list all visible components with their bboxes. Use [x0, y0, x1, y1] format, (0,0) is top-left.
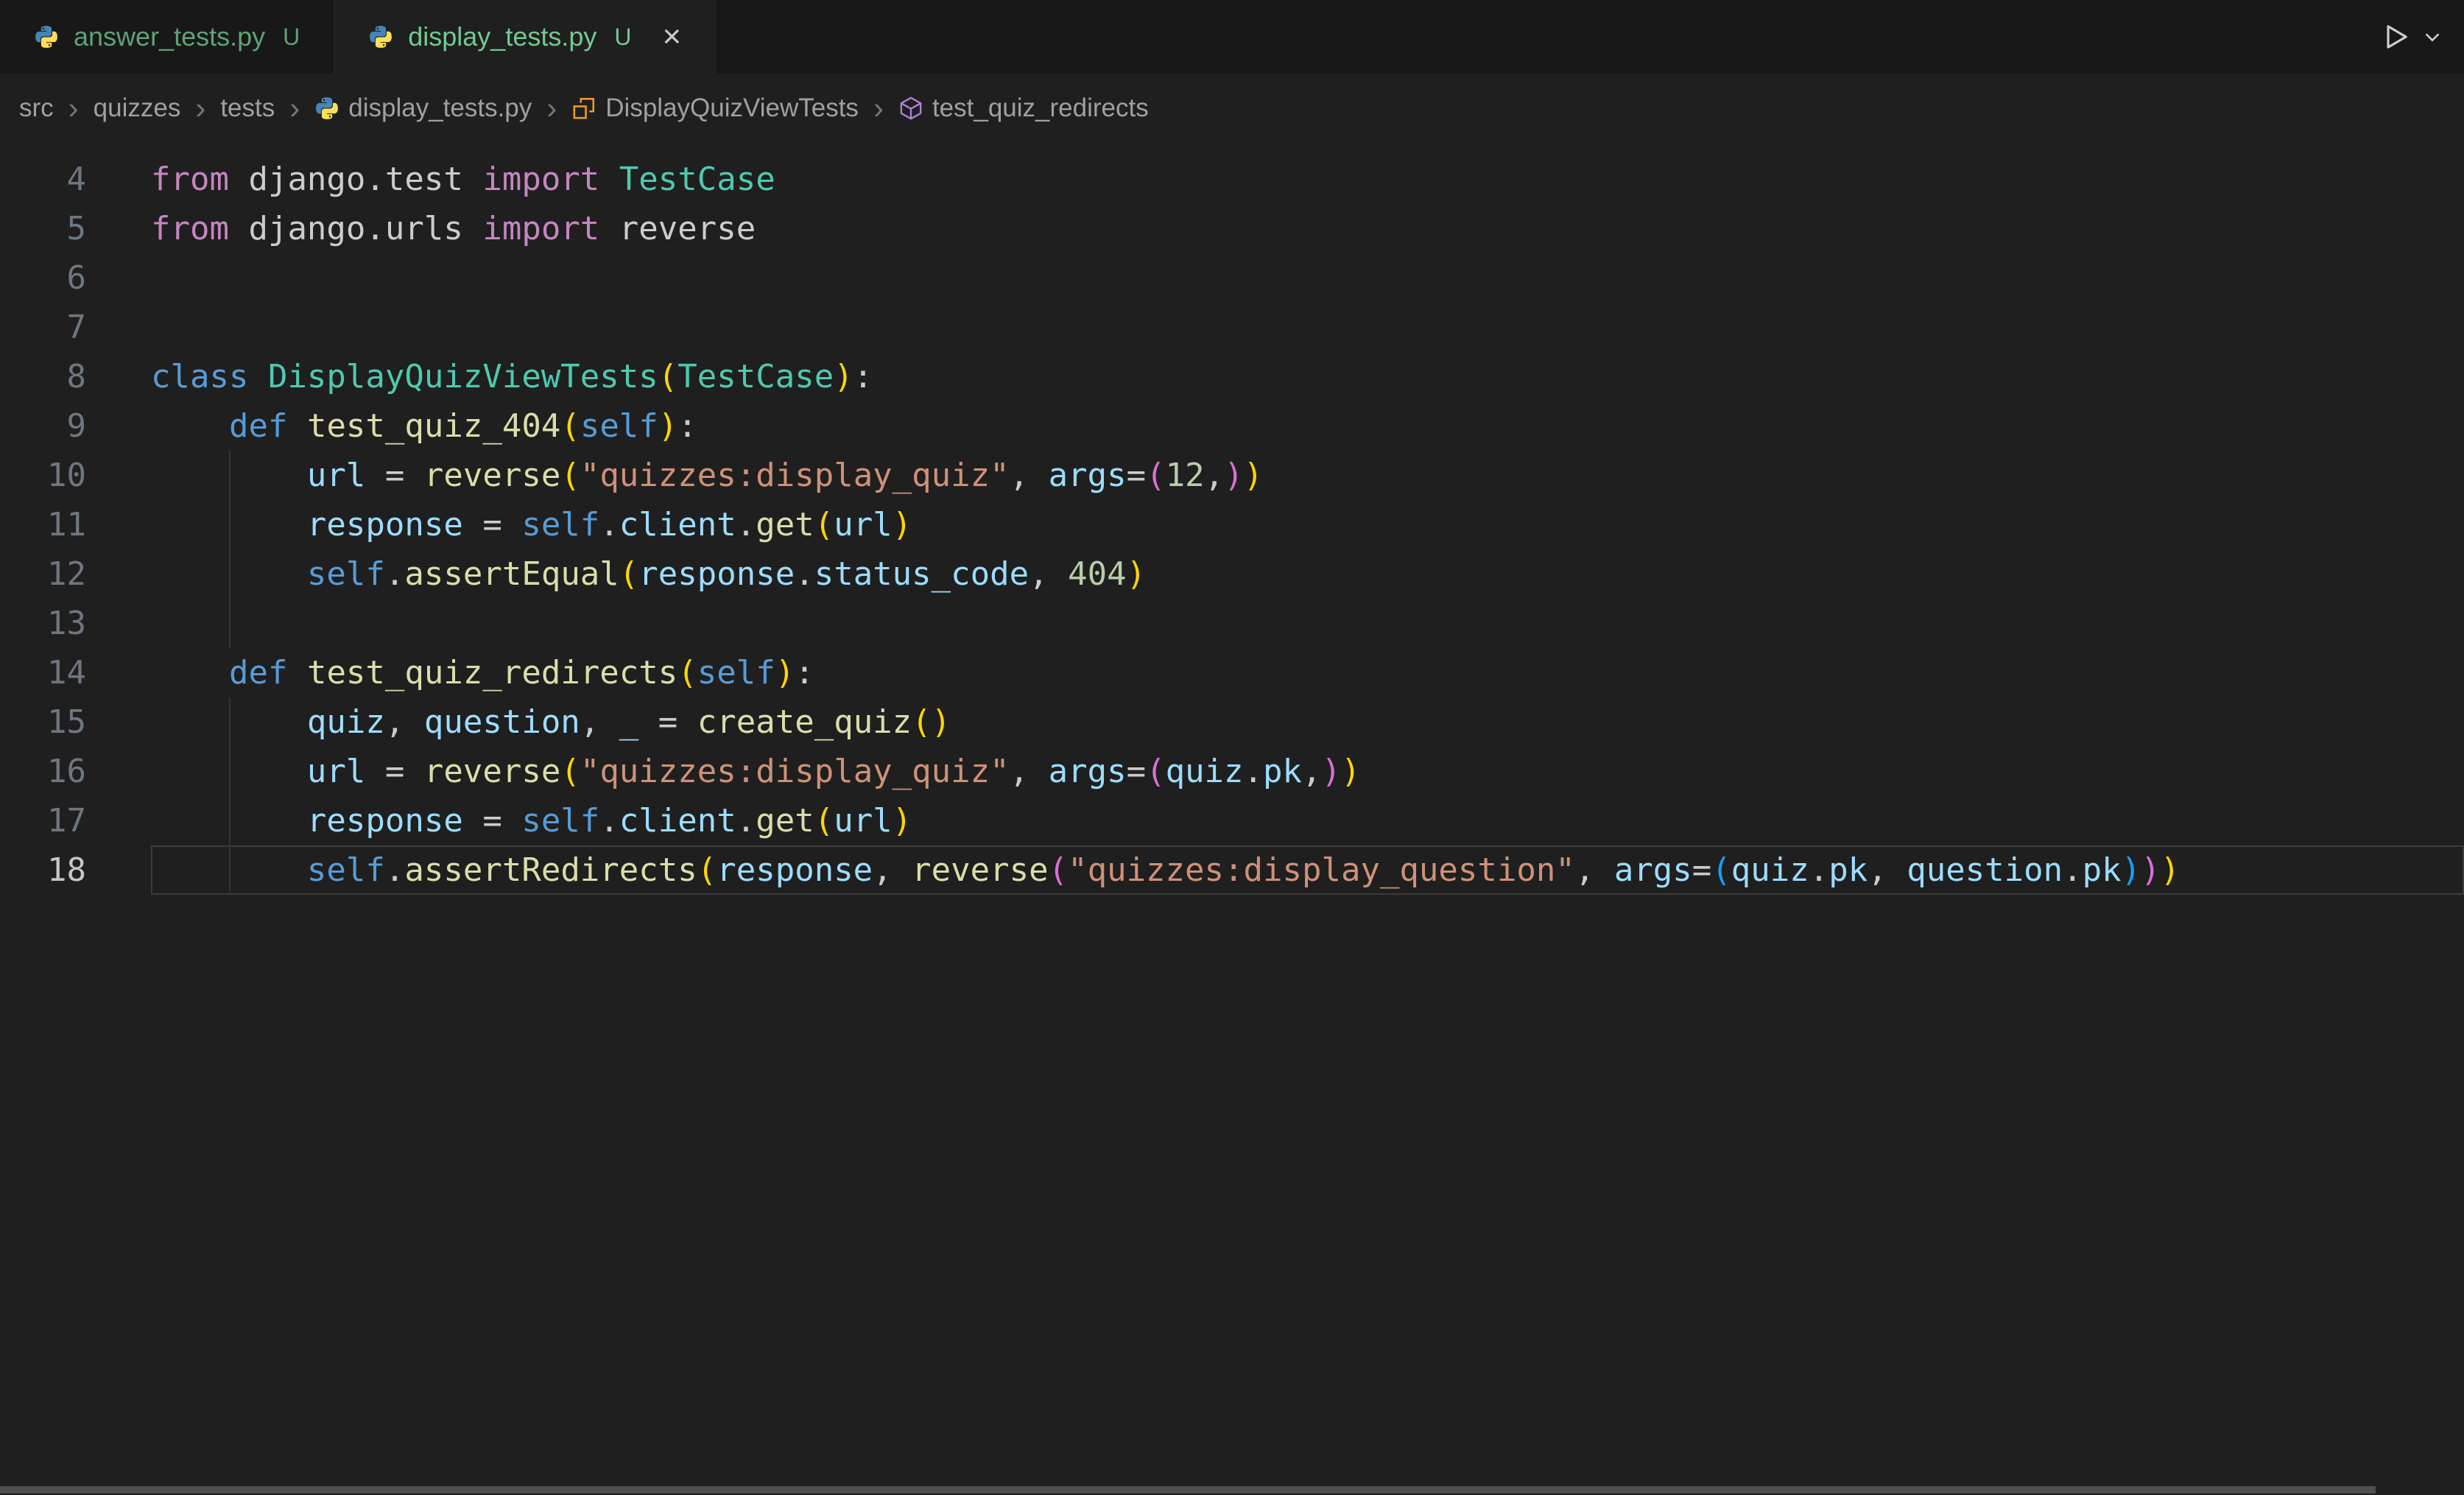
line-number: 13: [0, 599, 86, 648]
code-line-content[interactable]: url = reverse("quizzes:display_quiz", ar…: [151, 747, 2464, 796]
code-line-content[interactable]: [151, 599, 2464, 648]
code-line-18: 18 self.assertRedirects(response, revers…: [0, 845, 2464, 895]
tab-display_tests.py[interactable]: display_tests.py U ×: [334, 0, 716, 74]
tab-label: answer_tests.py: [74, 21, 265, 52]
code-line-content[interactable]: def test_quiz_redirects(self):: [151, 648, 2464, 697]
line-number: 6: [0, 253, 86, 303]
python-icon: [34, 24, 59, 49]
line-number: 12: [0, 549, 86, 599]
indent-guide: [229, 500, 230, 549]
code-line-17: 17 response = self.client.get(url): [0, 796, 2464, 845]
breadcrumb-label: test_quiz_redirects: [932, 94, 1149, 123]
breadcrumb-label: tests: [220, 94, 275, 123]
chevron-right-icon: ›: [545, 93, 558, 124]
horizontal-scrollbar[interactable]: [0, 1486, 2376, 1494]
line-number: 5: [0, 204, 86, 253]
indent-guide: [229, 599, 230, 648]
code-line-content[interactable]: quiz, question, _ = create_quiz(): [151, 697, 2464, 747]
code-line-11: 11 response = self.client.get(url): [0, 500, 2464, 549]
editor-actions: [2380, 0, 2464, 74]
breadcrumb-item-src[interactable]: src: [19, 94, 54, 123]
code-line-13: 13: [0, 599, 2464, 648]
run-dropdown-button[interactable]: [2421, 26, 2443, 48]
line-number: 15: [0, 697, 86, 747]
breadcrumb-item-display_tests.py[interactable]: display_tests.py: [314, 94, 532, 123]
tab-answer_tests.py[interactable]: answer_tests.py U: [0, 0, 334, 74]
tabs: answer_tests.py Udisplay_tests.py U ×: [0, 0, 716, 74]
line-number: 8: [0, 352, 86, 401]
code-line-content[interactable]: self.assertEqual(response.status_code, 4…: [151, 549, 2464, 599]
line-number: 7: [0, 303, 86, 352]
code-line-3: 3: [0, 143, 2464, 155]
chevron-right-icon: ›: [872, 93, 885, 124]
breadcrumb-item-test_quiz_redirects[interactable]: test_quiz_redirects: [898, 94, 1149, 123]
code-editor: 34 from django.test import TestCase 5 from …: [0, 143, 2464, 895]
breadcrumb-label: quizzes: [94, 94, 181, 123]
breadcrumb-label: src: [19, 94, 54, 123]
code-line-12: 12 self.assertEqual(response.status_code…: [0, 549, 2464, 599]
code-line-14: 14 def test_quiz_redirects(self):: [0, 648, 2464, 697]
run-button[interactable]: [2380, 21, 2411, 52]
code-line-content[interactable]: url = reverse("quizzes:display_quiz", ar…: [151, 451, 2464, 500]
line-number: 18: [0, 845, 86, 895]
chevron-right-icon: ›: [288, 93, 301, 124]
breadcrumb-item-DisplayQuizViewTests[interactable]: DisplayQuizViewTests: [571, 94, 859, 123]
code-line-16: 16 url = reverse("quizzes:display_quiz",…: [0, 747, 2464, 796]
code-lines: 34 from django.test import TestCase 5 from …: [0, 143, 2464, 895]
breadcrumb-item-tests[interactable]: tests: [220, 94, 275, 123]
line-number: 9: [0, 401, 86, 451]
breadcrumb: src › quizzes › tests › display_tests.py › Displ…: [0, 74, 2464, 143]
line-number: 3: [0, 143, 86, 155]
code-line-content[interactable]: class DisplayQuizViewTests(TestCase):: [151, 352, 2464, 401]
indent-guide: [229, 747, 230, 796]
chevron-right-icon: ›: [194, 93, 207, 124]
code-line-content[interactable]: self.assertRedirects(response, reverse("…: [151, 845, 2464, 895]
code-line-content[interactable]: from django.test import TestCase: [151, 155, 2464, 204]
line-number: 4: [0, 155, 86, 204]
code-line-4: 4 from django.test import TestCase: [0, 155, 2464, 204]
line-number: 16: [0, 747, 86, 796]
class-icon: [571, 96, 596, 121]
code-line-content[interactable]: [151, 143, 2464, 155]
indent-guide: [229, 451, 230, 500]
method-icon: [898, 96, 923, 121]
code-line-15: 15 quiz, question, _ = create_quiz(): [0, 697, 2464, 747]
tab-label: display_tests.py: [408, 21, 596, 52]
code-line-7: 7: [0, 303, 2464, 352]
code-line-8: 8 class DisplayQuizViewTests(TestCase):: [0, 352, 2464, 401]
indent-guide: [229, 845, 230, 895]
breadcrumb-label: DisplayQuizViewTests: [605, 94, 859, 123]
vscode-window: answer_tests.py Udisplay_tests.py U × src › q…: [0, 0, 2464, 1495]
breadcrumb-label: display_tests.py: [348, 94, 532, 123]
code-line-content[interactable]: [151, 303, 2464, 352]
line-number: 17: [0, 796, 86, 845]
code-line-5: 5 from django.urls import reverse: [0, 204, 2464, 253]
python-icon: [368, 24, 393, 49]
indent-guide: [229, 796, 230, 845]
code-line-10: 10 url = reverse("quizzes:display_quiz",…: [0, 451, 2464, 500]
line-number: 10: [0, 451, 86, 500]
close-icon[interactable]: ×: [662, 21, 681, 53]
chevron-right-icon: ›: [67, 93, 80, 124]
breadcrumb-item-quizzes[interactable]: quizzes: [94, 94, 181, 123]
tab-bar: answer_tests.py Udisplay_tests.py U ×: [0, 0, 2464, 74]
indent-guide: [229, 697, 230, 747]
code-line-content[interactable]: [151, 253, 2464, 303]
code-line-content[interactable]: from django.urls import reverse: [151, 204, 2464, 253]
code-line-content[interactable]: response = self.client.get(url): [151, 796, 2464, 845]
line-number: 14: [0, 648, 86, 697]
git-untracked-badge: U: [614, 24, 631, 51]
python-icon: [314, 96, 339, 121]
code-line-content[interactable]: def test_quiz_404(self):: [151, 401, 2464, 451]
code-line-6: 6: [0, 253, 2464, 303]
code-line-content[interactable]: response = self.client.get(url): [151, 500, 2464, 549]
line-number: 11: [0, 500, 86, 549]
indent-guide: [229, 549, 230, 599]
git-untracked-badge: U: [283, 24, 300, 51]
code-line-9: 9 def test_quiz_404(self):: [0, 401, 2464, 451]
